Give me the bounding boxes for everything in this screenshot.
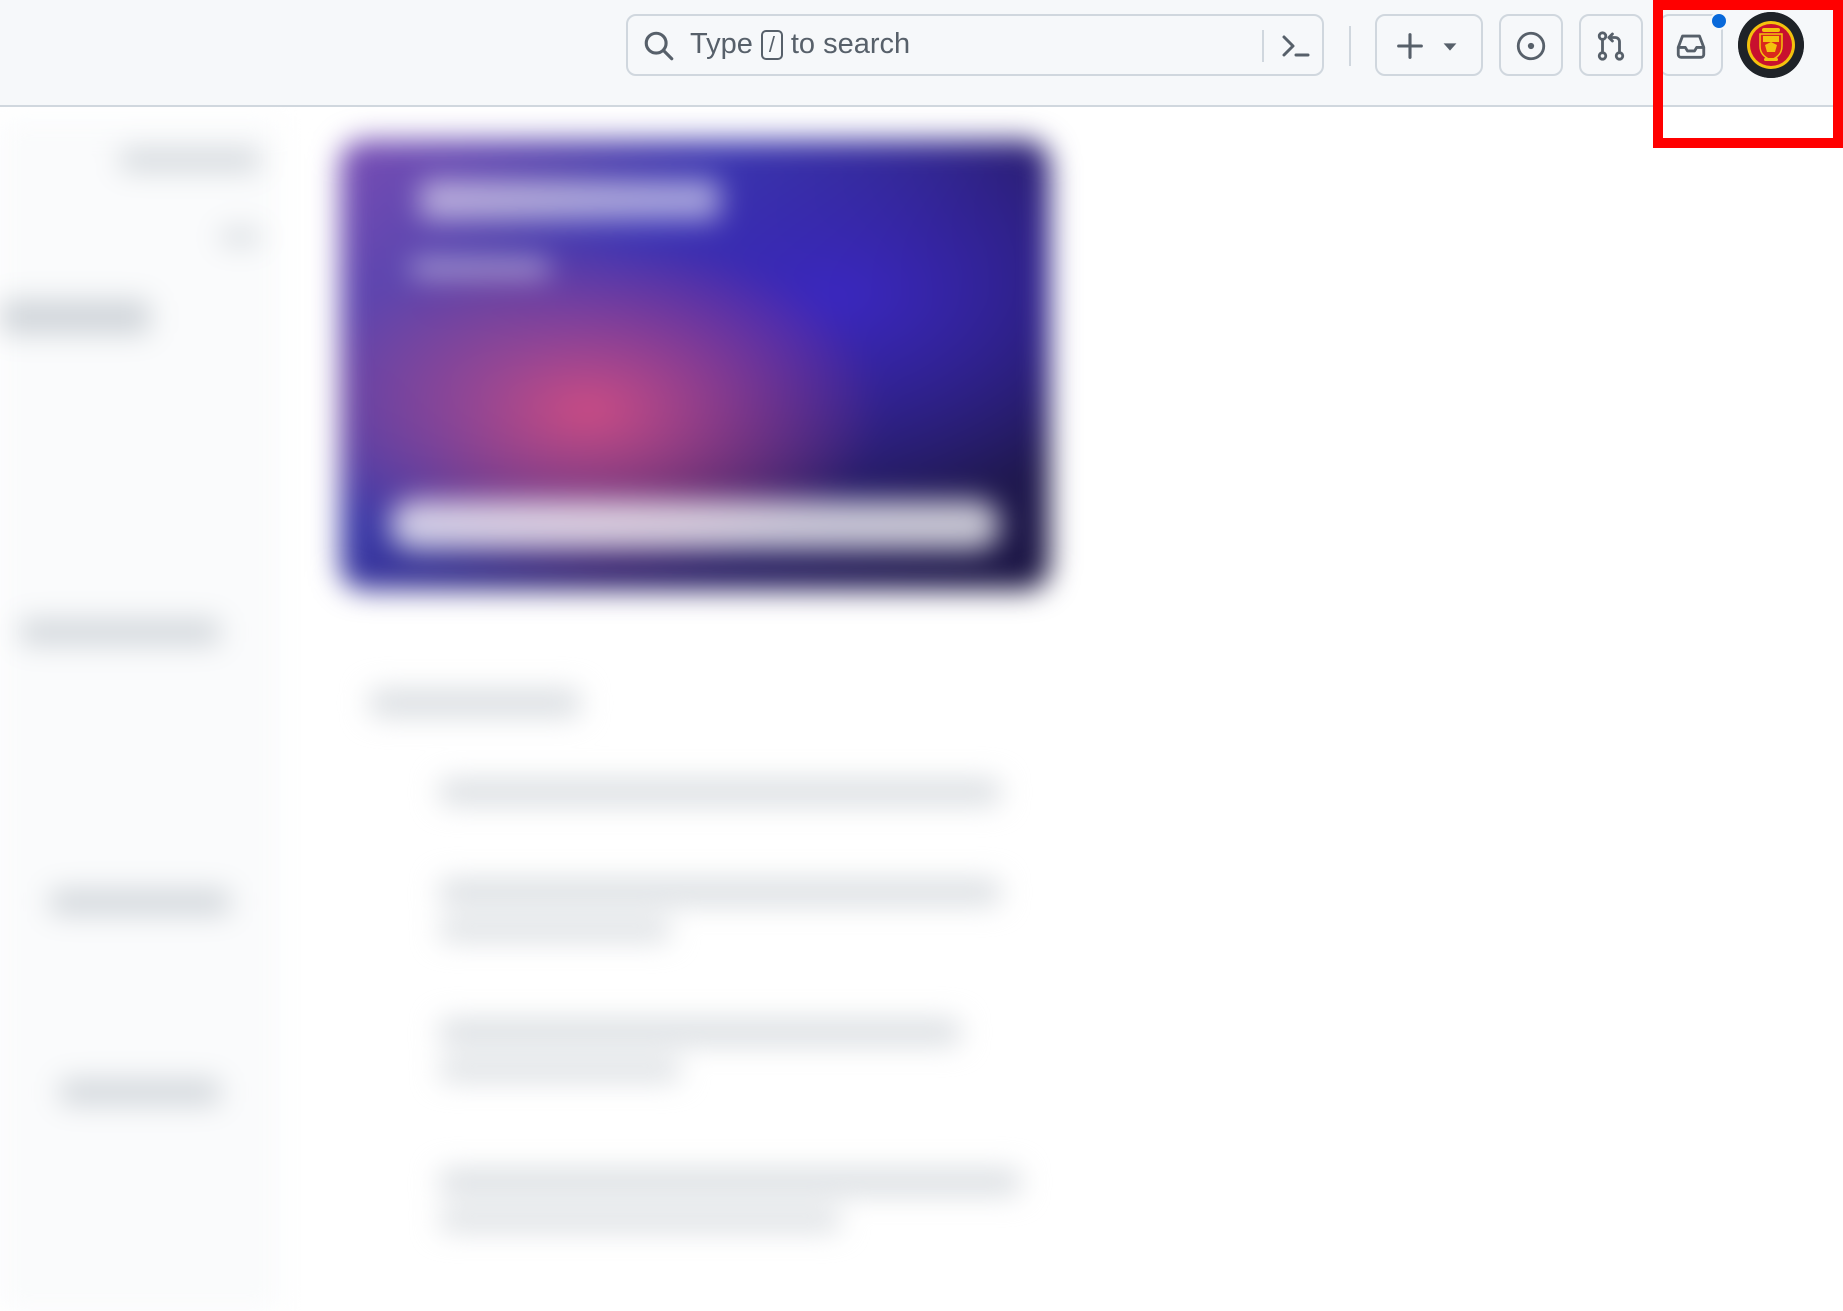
issue-opened-icon (1516, 31, 1546, 61)
git-pull-request-icon (1597, 31, 1625, 61)
search-icon (644, 31, 674, 61)
search-shortcut-key: / (760, 29, 783, 60)
blurred-content (0, 120, 1843, 1311)
search-suffix: to search (790, 28, 911, 60)
plus-icon (1397, 33, 1423, 59)
user-avatar[interactable] (1738, 12, 1804, 78)
left-sidebar (0, 120, 280, 1311)
search-divider (1262, 30, 1264, 62)
search-prefix: Type (690, 28, 753, 60)
triangle-down-icon (1443, 43, 1457, 51)
issues-button[interactable] (1499, 14, 1563, 76)
search-input[interactable]: Type / to search (626, 14, 1324, 76)
notification-dot (1710, 12, 1728, 30)
banner-button (390, 500, 1000, 550)
search-placeholder: Type / to search (690, 28, 910, 61)
crest-icon (1738, 12, 1804, 78)
page: Type / to search (0, 0, 1843, 1311)
header-separator (1349, 26, 1351, 66)
inbox-icon (1676, 34, 1706, 59)
top-header: Type / to search (0, 0, 1843, 107)
command-palette-icon[interactable] (1278, 28, 1314, 64)
create-new-button[interactable] (1375, 14, 1483, 76)
pull-requests-button[interactable] (1579, 14, 1643, 76)
